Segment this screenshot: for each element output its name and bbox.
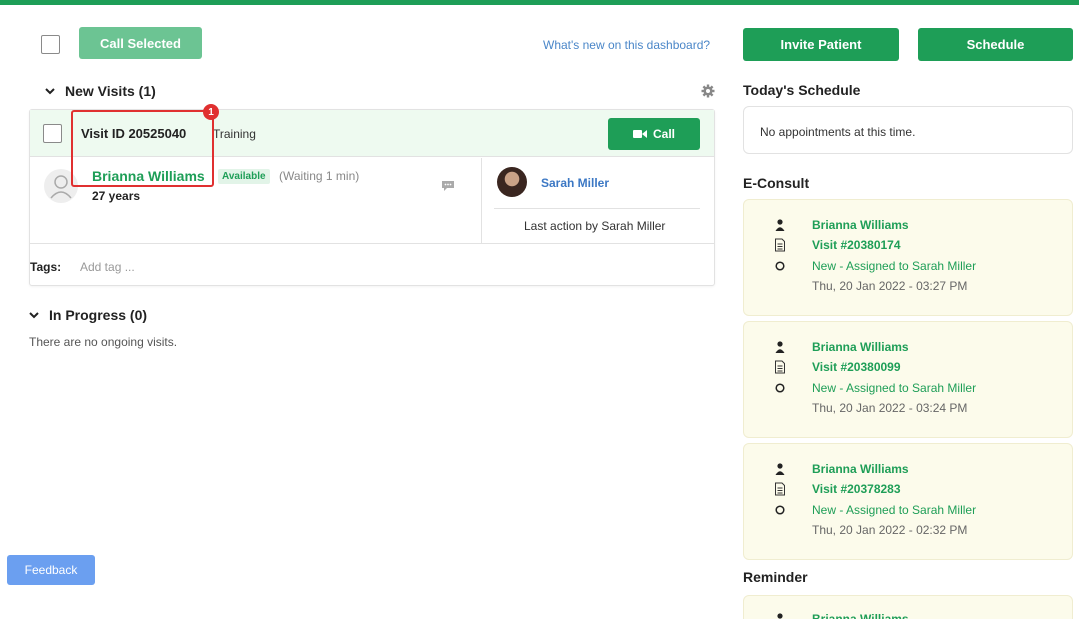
invite-patient-button[interactable]: Invite Patient bbox=[743, 28, 899, 61]
tags-label: Tags: bbox=[30, 260, 62, 274]
chevron-down-icon bbox=[45, 88, 55, 95]
econsult-date: Thu, 20 Jan 2022 - 02:32 PM bbox=[812, 523, 968, 537]
video-camera-icon bbox=[632, 130, 647, 138]
econsult-status-row: New - Assigned to Sarah Miller bbox=[744, 501, 1074, 519]
econsult-status: New - Assigned to Sarah Miller bbox=[812, 259, 977, 273]
new-visits-heading: New Visits (1) bbox=[65, 83, 156, 99]
econsult-date: Thu, 20 Jan 2022 - 03:27 PM bbox=[812, 279, 968, 293]
patient-age: 27 years bbox=[92, 189, 141, 203]
todays-schedule-box: No appointments at this time. bbox=[743, 106, 1073, 154]
econsult-card[interactable]: Brianna Williams Visit #20378283 New - A… bbox=[743, 443, 1073, 560]
call-selected-button[interactable]: Call Selected bbox=[79, 27, 202, 59]
econsult-card[interactable]: Brianna Williams Visit #20380099 New - A… bbox=[743, 321, 1073, 438]
econsult-name-row: Brianna Williams bbox=[744, 338, 1074, 356]
status-circle-icon bbox=[775, 383, 785, 393]
whats-new-link[interactable]: What's new on this dashboard? bbox=[543, 38, 710, 52]
annotation-highlight-box bbox=[71, 110, 214, 187]
no-appointments-text: No appointments at this time. bbox=[760, 125, 916, 139]
status-circle-icon bbox=[775, 261, 785, 271]
doctor-name-link[interactable]: Sarah Miller bbox=[541, 176, 609, 190]
reminder-patient-name[interactable]: Brianna Williams bbox=[812, 610, 909, 619]
econsult-visit-row: Visit #20380099 bbox=[744, 358, 1074, 376]
econsult-status-row: New - Assigned to Sarah Miller bbox=[744, 257, 1074, 275]
econsult-name-row: Brianna Williams bbox=[744, 216, 1074, 234]
tags-divider bbox=[30, 243, 714, 244]
econsult-heading: E-Consult bbox=[743, 175, 810, 191]
schedule-button[interactable]: Schedule bbox=[918, 28, 1073, 61]
doctor-avatar bbox=[497, 167, 527, 197]
gear-icon[interactable] bbox=[701, 84, 715, 98]
call-button-label: Call bbox=[652, 127, 675, 141]
document-icon bbox=[775, 238, 785, 252]
call-button[interactable]: Call bbox=[608, 118, 700, 150]
in-progress-header[interactable]: In Progress (0) bbox=[29, 307, 147, 323]
feedback-button[interactable]: Feedback bbox=[7, 555, 95, 585]
status-badge: Available bbox=[218, 169, 270, 184]
visit-select-checkbox[interactable] bbox=[43, 124, 62, 143]
waiting-time: (Waiting 1 min) bbox=[279, 169, 360, 183]
econsult-patient-name[interactable]: Brianna Williams bbox=[812, 460, 909, 478]
econsult-date-row: Thu, 20 Jan 2022 - 03:24 PM bbox=[744, 399, 1074, 417]
chevron-down-icon bbox=[29, 312, 39, 319]
econsult-visit-row: Visit #20380174 bbox=[744, 236, 1074, 254]
econsult-visit-row: Visit #20378283 bbox=[744, 480, 1074, 498]
econsult-visit-link[interactable]: Visit #20378283 bbox=[812, 480, 901, 498]
in-progress-empty-text: There are no ongoing visits. bbox=[29, 335, 178, 349]
econsult-date-row: Thu, 20 Jan 2022 - 03:27 PM bbox=[744, 277, 1074, 295]
column-divider bbox=[481, 158, 482, 243]
document-icon bbox=[775, 360, 785, 374]
person-icon bbox=[777, 613, 783, 619]
in-progress-heading: In Progress (0) bbox=[49, 307, 148, 323]
add-tag-input[interactable]: Add tag ... bbox=[80, 260, 135, 274]
last-action-text: Last action by Sarah Miller bbox=[524, 219, 666, 233]
status-circle-icon bbox=[775, 505, 785, 515]
econsult-date: Thu, 20 Jan 2022 - 03:24 PM bbox=[812, 401, 968, 415]
econsult-patient-name[interactable]: Brianna Williams bbox=[812, 216, 909, 234]
econsult-name-row: Brianna Williams bbox=[744, 460, 1074, 478]
select-all-checkbox[interactable] bbox=[41, 35, 60, 54]
person-icon bbox=[775, 219, 785, 231]
econsult-status-row: New - Assigned to Sarah Miller bbox=[744, 379, 1074, 397]
person-icon bbox=[775, 463, 785, 475]
reminder-name-row: Brianna Williams bbox=[744, 610, 1072, 619]
person-icon bbox=[775, 341, 785, 353]
econsult-visit-link[interactable]: Visit #20380099 bbox=[812, 358, 901, 376]
econsult-card[interactable]: Brianna Williams Visit #20380174 New - A… bbox=[743, 199, 1073, 316]
annotation-marker: 1 bbox=[203, 104, 219, 120]
doctor-divider bbox=[494, 208, 700, 209]
econsult-patient-name[interactable]: Brianna Williams bbox=[812, 338, 909, 356]
econsult-visit-link[interactable]: Visit #20380174 bbox=[812, 236, 901, 254]
reminder-heading: Reminder bbox=[743, 569, 808, 585]
top-accent-bar bbox=[0, 0, 1079, 5]
new-visits-header[interactable]: New Visits (1) bbox=[45, 83, 156, 99]
visit-type-label: Training bbox=[213, 127, 256, 141]
reminder-card[interactable]: Brianna Williams bbox=[743, 595, 1073, 619]
todays-schedule-heading: Today's Schedule bbox=[743, 82, 861, 98]
chat-icon[interactable] bbox=[441, 180, 455, 192]
econsult-status: New - Assigned to Sarah Miller bbox=[812, 381, 977, 395]
econsult-date-row: Thu, 20 Jan 2022 - 02:32 PM bbox=[744, 521, 1074, 539]
econsult-status: New - Assigned to Sarah Miller bbox=[812, 503, 977, 517]
document-icon bbox=[775, 482, 785, 496]
